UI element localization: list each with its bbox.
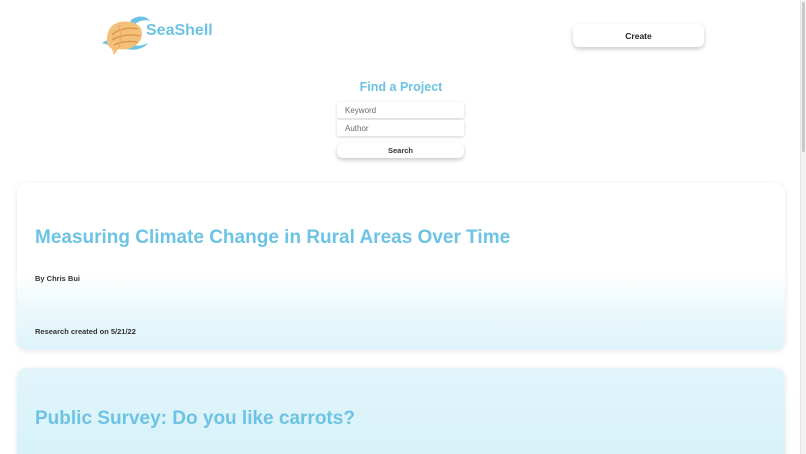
scrollbar-thumb[interactable] — [802, 2, 805, 152]
project-created-date: Research created on 5/21/22 — [35, 327, 136, 336]
author-input[interactable] — [337, 120, 464, 136]
project-card[interactable]: Public Survey: Do you like carrots? — [17, 368, 785, 454]
search-title: Find a Project — [359, 80, 443, 94]
scrollbar[interactable] — [800, 0, 806, 454]
seashell-wave-icon — [100, 13, 152, 55]
project-author: By Chris Bui — [35, 274, 81, 283]
keyword-input[interactable] — [337, 102, 464, 118]
project-title[interactable]: Measuring Climate Change in Rural Areas … — [35, 227, 510, 249]
logo-text: SeaShell — [146, 22, 213, 39]
page: SeaShell Create Find a Project Search Me… — [0, 0, 806, 454]
project-card[interactable]: Measuring Climate Change in Rural Areas … — [17, 183, 785, 350]
create-button[interactable]: Create — [573, 24, 704, 47]
project-title[interactable]: Public Survey: Do you like carrots? — [35, 408, 355, 430]
logo[interactable]: SeaShell — [100, 13, 213, 55]
search-button[interactable]: Search — [337, 143, 464, 158]
